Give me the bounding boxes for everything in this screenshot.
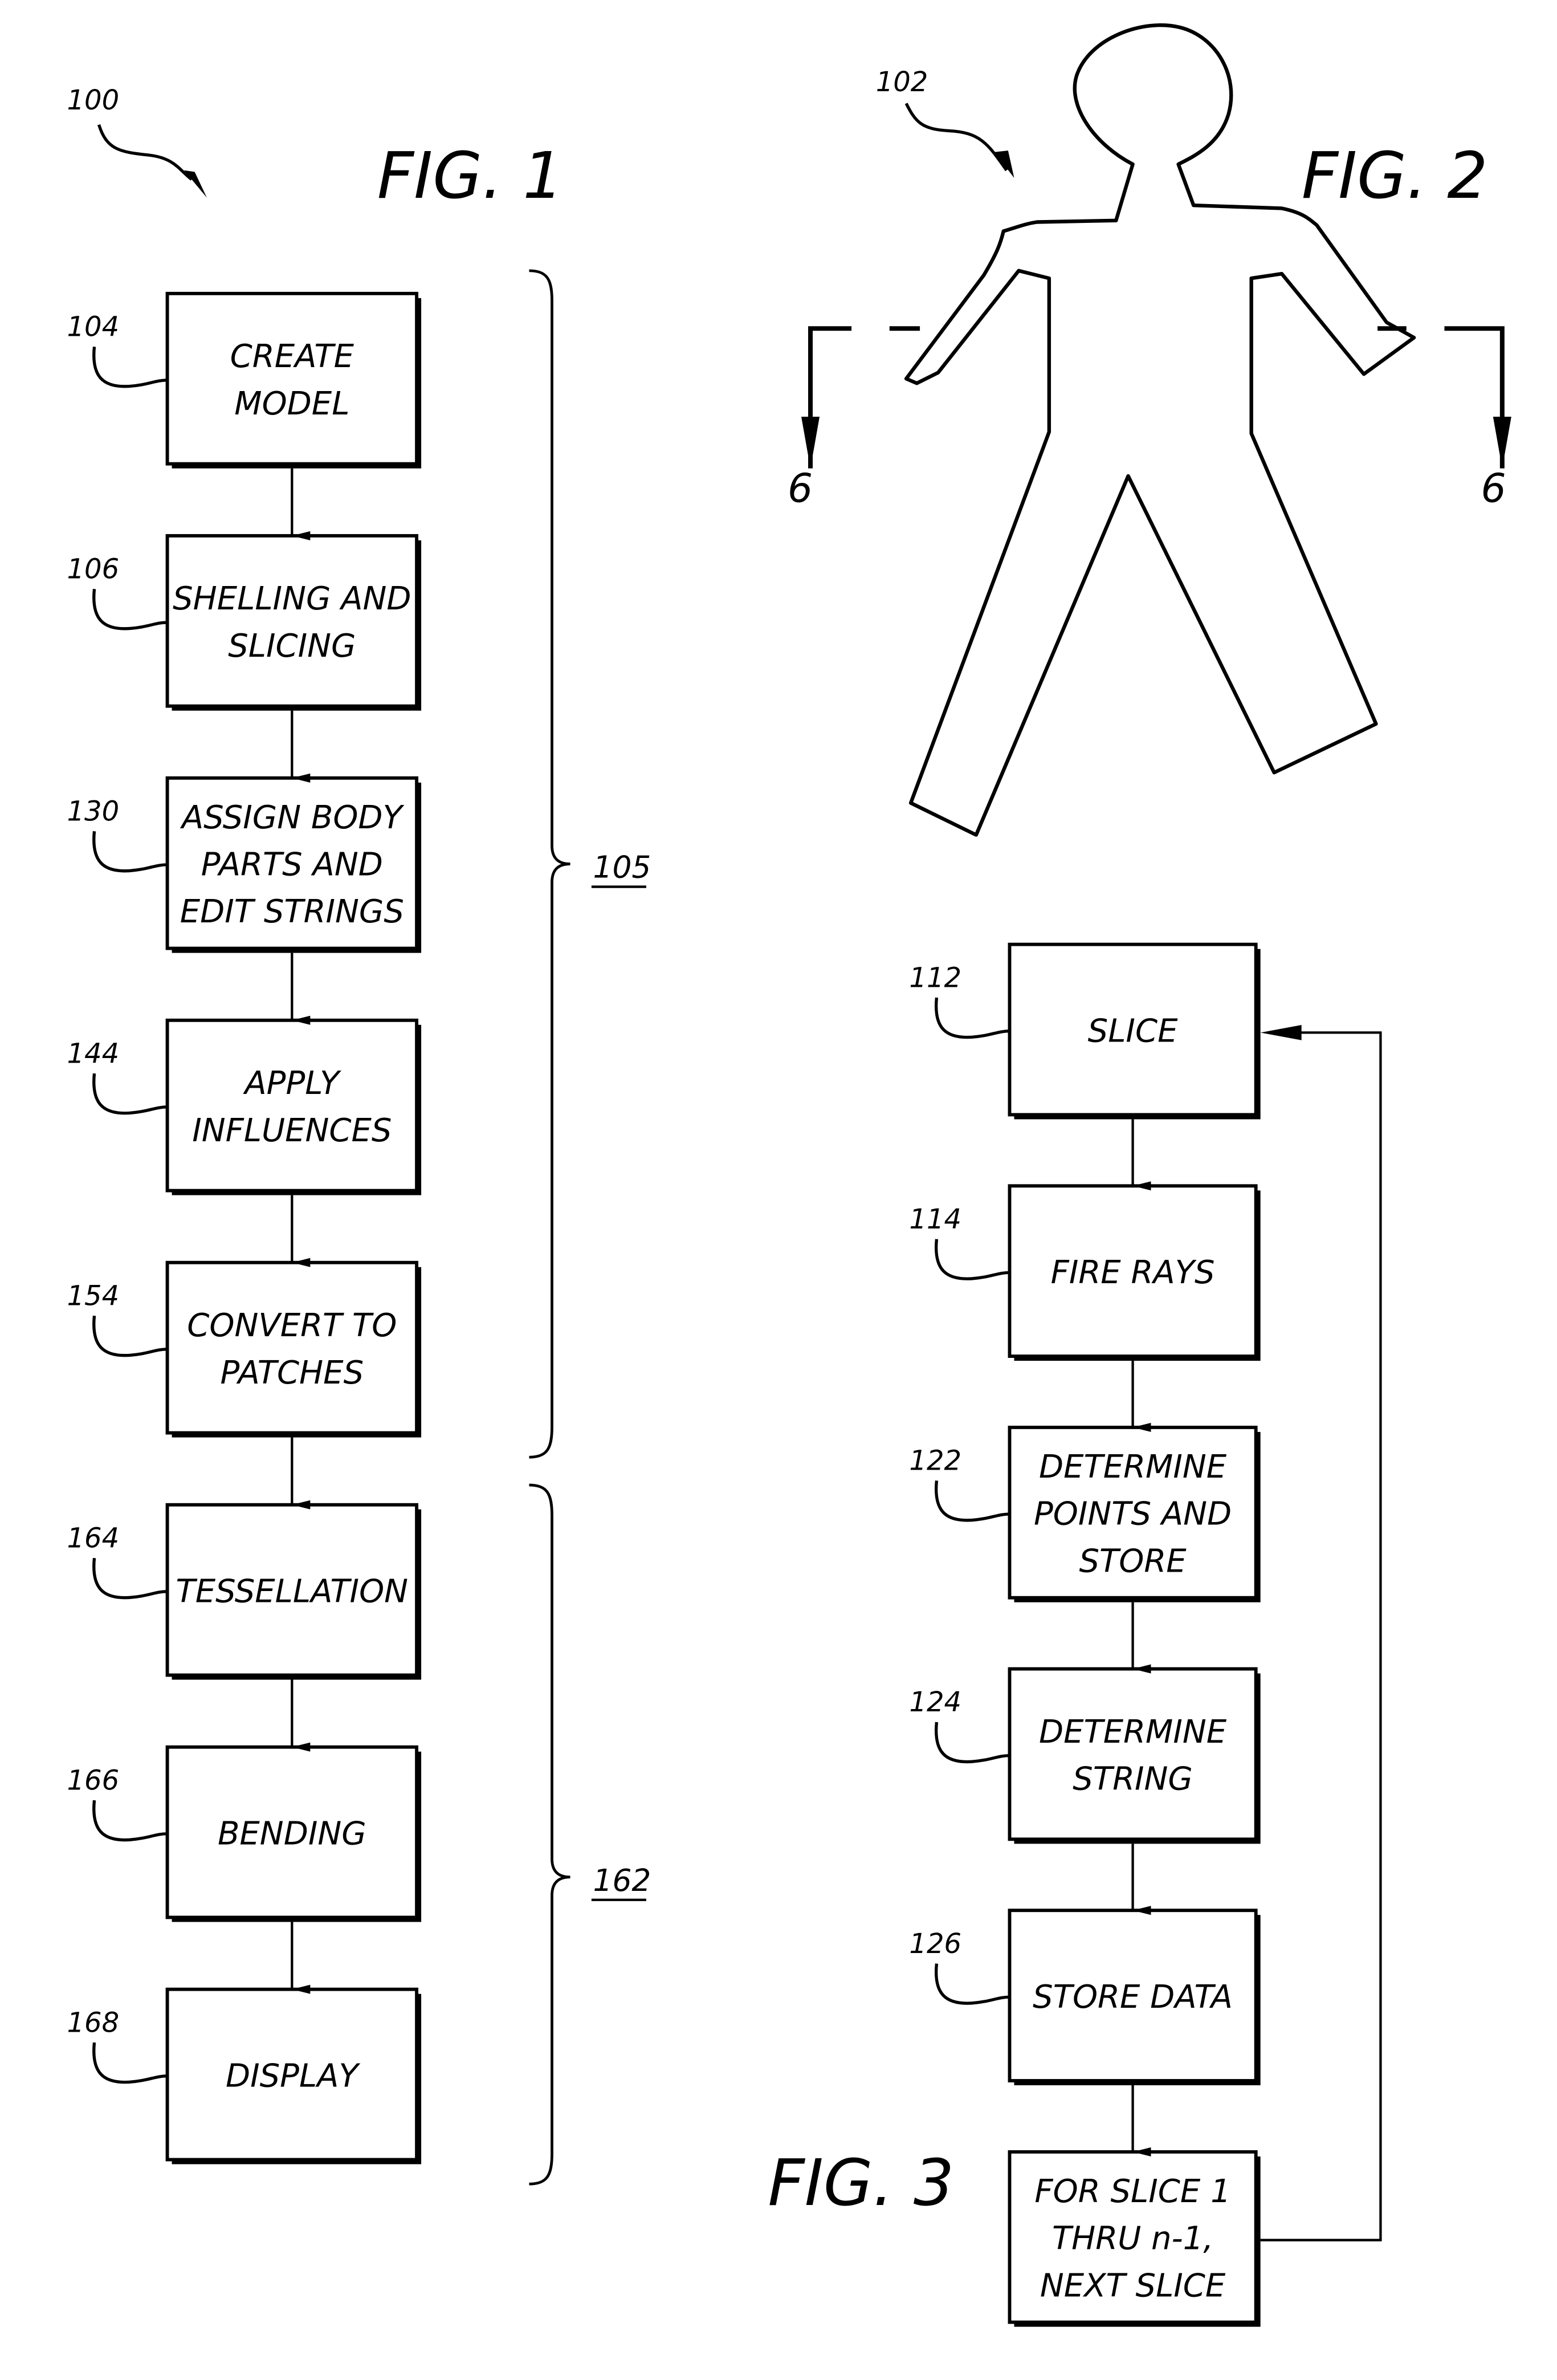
fig1-step-ref-number: 164: [67, 1522, 120, 1554]
fig1-step-ref-number: 130: [67, 796, 120, 828]
fig1-step-box: [165, 1260, 419, 1435]
section-arrow-down-icon: [1493, 416, 1511, 469]
fig1-step-label: BENDING: [218, 1815, 366, 1852]
fig1-step-label: PATCHES: [221, 1354, 364, 1392]
ref-leader-line: [934, 1480, 1010, 1522]
section-line-right: 6: [1377, 326, 1511, 511]
ref-leader-line: [934, 1963, 1010, 2005]
ref-leader-line: [934, 1722, 1010, 1764]
fig1-step-ref-number: 104: [67, 311, 120, 343]
fig1-step: CONVERT TO PATCHES 154: [67, 1195, 422, 1438]
fig3-step-label: FOR SLICE 1: [1034, 2173, 1230, 2210]
fig3-title: FIG. 3: [768, 2146, 954, 2220]
fig1-step-ref-number: 144: [67, 1038, 120, 1069]
section-arrow-down-icon: [801, 416, 820, 469]
ref-leader-line: [92, 831, 168, 873]
ref-leader-line: [92, 1557, 168, 1600]
ref-leader-line: [92, 588, 168, 630]
fig3-loop-back-line: [1260, 1031, 1382, 2241]
fig1-step-label: CONVERT TO: [187, 1307, 397, 1344]
fig1-step-box: [165, 291, 419, 466]
fig1-step: DISPLAY 168: [67, 1922, 422, 2165]
fig1-step-label: SHELLING AND: [173, 580, 411, 617]
fig3-step-ref-number: 112: [909, 962, 961, 994]
fig3-step-label: NEXT SLICE: [1040, 2267, 1226, 2304]
section-line-left: 6: [788, 326, 920, 511]
brace-shape: [529, 269, 570, 1459]
fig1-ref-leader: [97, 124, 193, 181]
fig2-group: FIG. 2 102 6 6: [788, 23, 1511, 837]
fig1-step-label: INFLUENCES: [192, 1112, 392, 1149]
fig1-step: SHELLING AND SLICING 106: [67, 468, 422, 711]
fig3-step-label: SLICE: [1088, 1012, 1178, 1049]
fig3-step: DETERMINE STRING 124: [909, 1602, 1261, 1844]
fig3-step-ref-number: 114: [909, 1203, 961, 1235]
ref-leader-line: [92, 1315, 168, 1357]
ref-leader-line: [92, 1800, 168, 1842]
fig2-ref-leader: [904, 103, 1008, 172]
group-ref-number: 105: [593, 849, 651, 885]
fig1-flowchart: CREATE MODEL 104 SHELLING AND SLICING 106 ASSI…: [67, 291, 422, 2165]
fig3-step: FIRE RAYS 114: [909, 1119, 1261, 1361]
fig1-step-box: [165, 1018, 419, 1193]
fig3-step: FOR SLICE 1 THRU n-1, NEXT SLICE: [1008, 2085, 1261, 2327]
section-mark-left: 6: [788, 466, 813, 511]
fig1-step-label: ASSIGN BODY: [180, 799, 405, 836]
fig1-group-braces: 105 162: [529, 269, 651, 2186]
section-mark-right: 6: [1481, 466, 1506, 511]
group-brace: 162: [529, 1483, 651, 2186]
fig1-title: FIG. 1: [377, 139, 564, 213]
ref-leader-line: [934, 997, 1010, 1039]
fig3-step-label: FIRE RAYS: [1051, 1254, 1215, 1291]
fig3-step-label: STORE DATA: [1033, 1979, 1233, 2016]
fig1-step-label: EDIT STRINGS: [180, 893, 404, 930]
fig1-step: CREATE MODEL 104: [67, 291, 422, 469]
ref-leader-line: [92, 1073, 168, 1115]
fig3-step-label: DETERMINE: [1039, 1714, 1227, 1751]
fig2-title: FIG. 2: [1302, 139, 1488, 213]
fig1-header: FIG. 1 100: [67, 84, 564, 213]
brace-shape: [529, 1483, 570, 2186]
loop-arrowhead-icon: [1260, 1025, 1302, 1040]
group-ref-number: 162: [593, 1862, 651, 1898]
fig1-step: ASSIGN BODY PARTS AND EDIT STRINGS 130: [67, 710, 422, 953]
fig1-step-label: MODEL: [234, 385, 349, 422]
fig1-step: TESSELLATION 164: [67, 1437, 422, 1680]
fig1-step-label: DISPLAY: [226, 2057, 361, 2094]
patent-drawing-sheet: FIG. 1 100 CREATE MODEL 104 SHELLING AND SLI…: [67, 23, 1511, 2327]
fig1-step: APPLY INFLUENCES 144: [67, 953, 422, 1195]
fig3-step: STORE DATA 126: [909, 1844, 1261, 2085]
fig1-step-ref-number: 106: [67, 554, 120, 585]
fig3-step-label: STRING: [1073, 1761, 1193, 1798]
fig1-ref-number: 100: [67, 84, 120, 116]
fig1-step-label: SLICING: [228, 628, 356, 665]
fig3-step-box: [1008, 1667, 1258, 1841]
fig1-step-label: PARTS AND: [201, 847, 383, 884]
group-brace: 105: [529, 269, 651, 1459]
fig1-step-ref-number: 166: [67, 1764, 120, 1796]
fig1-step-box: [165, 534, 419, 708]
fig3-step-ref-number: 124: [909, 1686, 961, 1718]
fig3-step: SLICE 112: [909, 942, 1261, 1120]
fig2-ref-number: 102: [876, 66, 928, 98]
fig1-step-label: APPLY: [243, 1065, 341, 1102]
fig3-step-label: THRU n-1,: [1052, 2220, 1213, 2257]
fig3-step-label: POINTS AND: [1034, 1496, 1232, 1533]
fig3-step-label: DETERMINE: [1039, 1449, 1227, 1486]
fig1-step-label: TESSELLATION: [176, 1573, 409, 1610]
ref-leader-line: [92, 2042, 168, 2084]
ref-leader-line: [934, 1239, 1010, 1280]
fig1-step-ref-number: 168: [67, 2007, 120, 2039]
fig1-step: BENDING 166: [67, 1679, 422, 1922]
fig3-flowchart: SLICE 112 FIRE RAYS 114 DETERMINE POINTS AND S…: [909, 942, 1382, 2327]
fig3-step-ref-number: 122: [909, 1445, 961, 1477]
fig1-step-label: CREATE: [230, 338, 354, 375]
fig1-step-ref-number: 154: [67, 1280, 120, 1312]
fig2-ref-arrowhead-icon: [994, 150, 1014, 178]
fig3-step-ref-number: 126: [909, 1928, 961, 1960]
ref-leader-line: [92, 346, 168, 388]
fig3-step-label: STORE: [1079, 1543, 1187, 1580]
fig1-ref-arrowhead-icon: [184, 170, 207, 198]
fig3-step: DETERMINE POINTS AND STORE 122: [909, 1361, 1261, 1602]
